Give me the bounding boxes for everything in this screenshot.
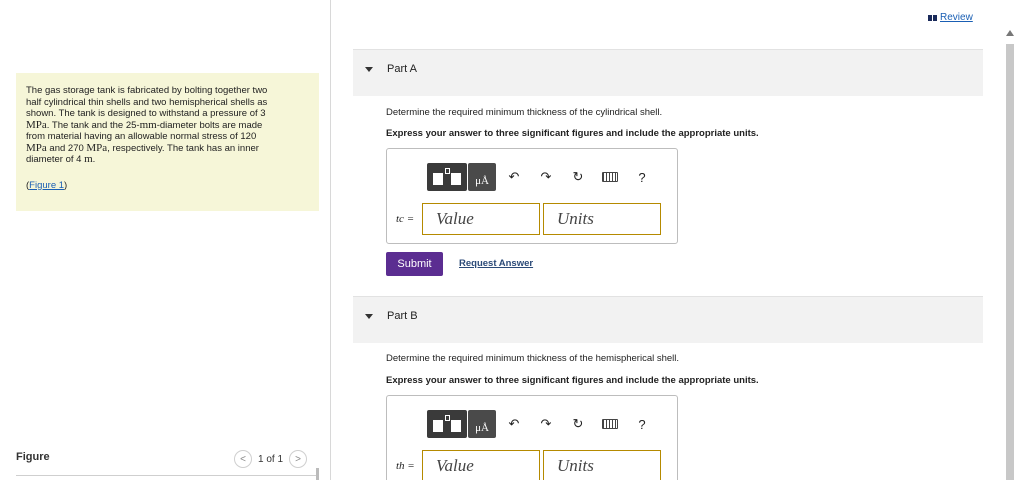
help-icon[interactable]: ? [628,163,656,191]
part-b-question: Determine the required minimum thickness… [386,353,680,364]
unit-mpa: MPa [86,141,108,154]
chevron-right-icon[interactable]: > [289,450,308,468]
part-a-instruction: Express your answer to three significant… [386,128,759,139]
part-b-header[interactable]: Part B [353,296,983,343]
pager-count: 1 of 1 [258,453,284,465]
scroll-up-icon[interactable] [1006,30,1014,36]
left-scrollbar[interactable] [316,468,319,480]
part-b-instruction: Express your answer to three significant… [386,375,759,386]
figure-title: Figure [16,451,50,463]
undo-icon[interactable]: ↶ [500,163,528,191]
reset-icon[interactable]: ↻ [564,163,592,191]
templates-icon[interactable] [427,163,467,191]
problem-statement: The gas storage tank is fabricated by bo… [16,73,319,211]
figure-bar: Figure < 1 of 1 > [16,446,318,476]
reset-icon[interactable]: ↻ [564,410,592,438]
unit-mpa: MPa [26,141,47,154]
figure-link-row: (Figure 1) [26,179,68,191]
part-b-title: Part B [387,310,418,322]
review-label: Review [940,12,973,23]
units-icon[interactable]: μÅ [468,163,496,191]
keyboard-icon[interactable] [596,163,624,191]
problem-line: MPa. The tank and the 25-mm-diameter bol… [26,118,263,131]
part-a-header[interactable]: Part A [353,49,983,96]
problem-line: The gas storage tank is fabricated by bo… [26,85,268,96]
left-panel: The gas storage tank is fabricated by bo… [0,0,331,480]
part-a-answer-box: μÅ ↶ ↷ ↻ ? tc = Value Units [386,148,678,244]
unit-mpa: MPa [26,118,47,131]
value-input[interactable]: Value [422,203,540,235]
review-icon [928,14,937,21]
problem-line: shown. The tank is designed to withstand… [26,108,266,119]
caret-down-icon[interactable] [365,67,373,72]
right-scrollbar[interactable] [1004,30,1016,480]
variable-label-tc: tc = [396,213,415,225]
problem-line: diameter of 4 m. [26,153,96,165]
value-input[interactable]: Value [422,450,540,480]
redo-icon[interactable]: ↷ [532,410,560,438]
figure-1-link[interactable]: Figure 1 [29,180,64,191]
unit-mm: mm [139,118,157,131]
variable-label-th: th = [396,460,415,472]
right-panel: Review Part A Determine the required min… [332,0,1024,480]
part-a-question: Determine the required minimum thickness… [386,107,663,118]
problem-line: half cylindrical thin shells and two hem… [26,96,268,108]
part-b-answer-box: μÅ ↶ ↷ ↻ ? th = Value Units [386,395,678,480]
submit-button[interactable]: Submit [386,252,443,276]
unit-m: m [84,153,93,165]
part-a-title: Part A [387,63,417,75]
caret-down-icon[interactable] [365,314,373,319]
templates-icon[interactable] [427,410,467,438]
units-icon[interactable]: μÅ [468,410,496,438]
units-input[interactable]: Units [543,450,661,480]
units-input[interactable]: Units [543,203,661,235]
request-answer-link[interactable]: Request Answer [459,258,533,269]
figure-pager: < 1 of 1 > [234,449,308,469]
problem-line: from material having an allowable normal… [26,131,257,142]
problem-line: MPa and 270 MPa, respectively. The tank … [26,141,259,154]
chevron-left-icon[interactable]: < [234,450,252,468]
scroll-thumb[interactable] [1006,44,1014,480]
keyboard-icon[interactable] [596,410,624,438]
math-toolbar: μÅ ↶ ↷ ↻ ? [427,163,656,191]
help-icon[interactable]: ? [628,410,656,438]
review-link[interactable]: Review [928,12,973,23]
undo-icon[interactable]: ↶ [500,410,528,438]
redo-icon[interactable]: ↷ [532,163,560,191]
math-toolbar: μÅ ↶ ↷ ↻ ? [427,410,656,438]
